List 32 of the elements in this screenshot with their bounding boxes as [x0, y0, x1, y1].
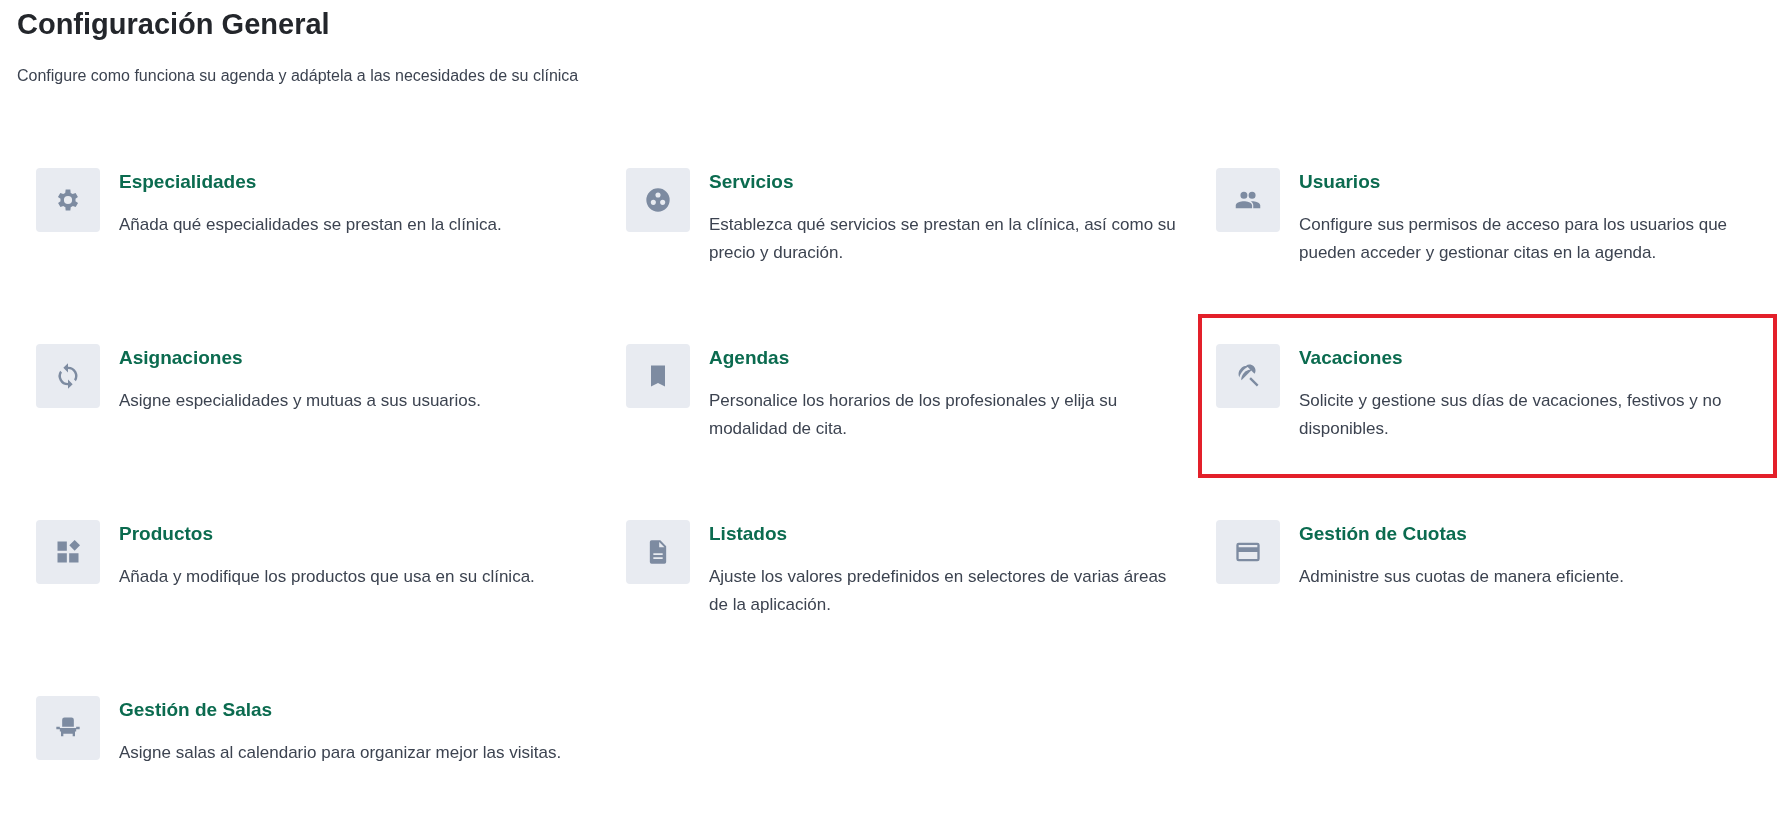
section-description: Añada y modifique los productos que usa en su clínica. [119, 566, 535, 588]
icon-tile[interactable] [1216, 344, 1280, 408]
section-description: Personalice los horarios de los profesionales y elija su modalidad de cita. [709, 390, 1119, 440]
section-description: Administre sus cuotas de manera eficiente. [1299, 566, 1625, 588]
section-title-link[interactable]: Listados [709, 521, 788, 547]
icon-tile[interactable] [626, 168, 690, 232]
icon-tile[interactable] [36, 520, 100, 584]
section-title-link[interactable]: Agendas [709, 345, 790, 371]
section-title-link[interactable]: Usuarios [1299, 169, 1381, 195]
section-title-link[interactable]: Gestión de Cuotas [1299, 521, 1467, 547]
section-title-link[interactable]: Asignaciones [119, 345, 243, 371]
section-description: Añada qué especialidades se prestan en la clínica. [119, 214, 502, 236]
section-description: Configure sus permisos de acceso para los usuarios que pueden acceder y gestionar citas en la agenda. [1299, 214, 1729, 264]
page-title: Configuración General [16, 7, 331, 41]
section-title-link[interactable]: Gestión de Salas [119, 697, 273, 723]
section-title-link[interactable]: Especialidades [119, 169, 257, 195]
section-title-link[interactable]: Servicios [709, 169, 794, 195]
icon-tile[interactable] [1216, 168, 1280, 232]
section-description: Asigne salas al calendario para organizar mejor las visitas. [119, 742, 562, 764]
icon-tile[interactable] [36, 344, 100, 408]
section-description: Asigne especialidades y mutuas a sus usuarios. [119, 390, 481, 412]
icon-tile[interactable] [626, 520, 690, 584]
page-subtitle: Configure como funciona su agenda y adáptela a las necesidades de su clínica [17, 66, 580, 86]
section-title-link[interactable]: Productos [119, 521, 213, 547]
icon-tile[interactable] [36, 168, 100, 232]
icon-tile[interactable] [36, 696, 100, 760]
section-description: Ajuste los valores predefinidos en selectores de varias áreas de la aplicación. [709, 566, 1168, 616]
icon-tile[interactable] [626, 344, 690, 408]
section-title-link[interactable]: Vacaciones [1299, 345, 1403, 371]
section-description: Solicite y gestione sus días de vacaciones, festivos y no disponibles. [1299, 390, 1723, 440]
icon-tile[interactable] [1216, 520, 1280, 584]
section-description: Establezca qué servicios se prestan en la clínica, así como su precio y duración. [709, 214, 1177, 264]
